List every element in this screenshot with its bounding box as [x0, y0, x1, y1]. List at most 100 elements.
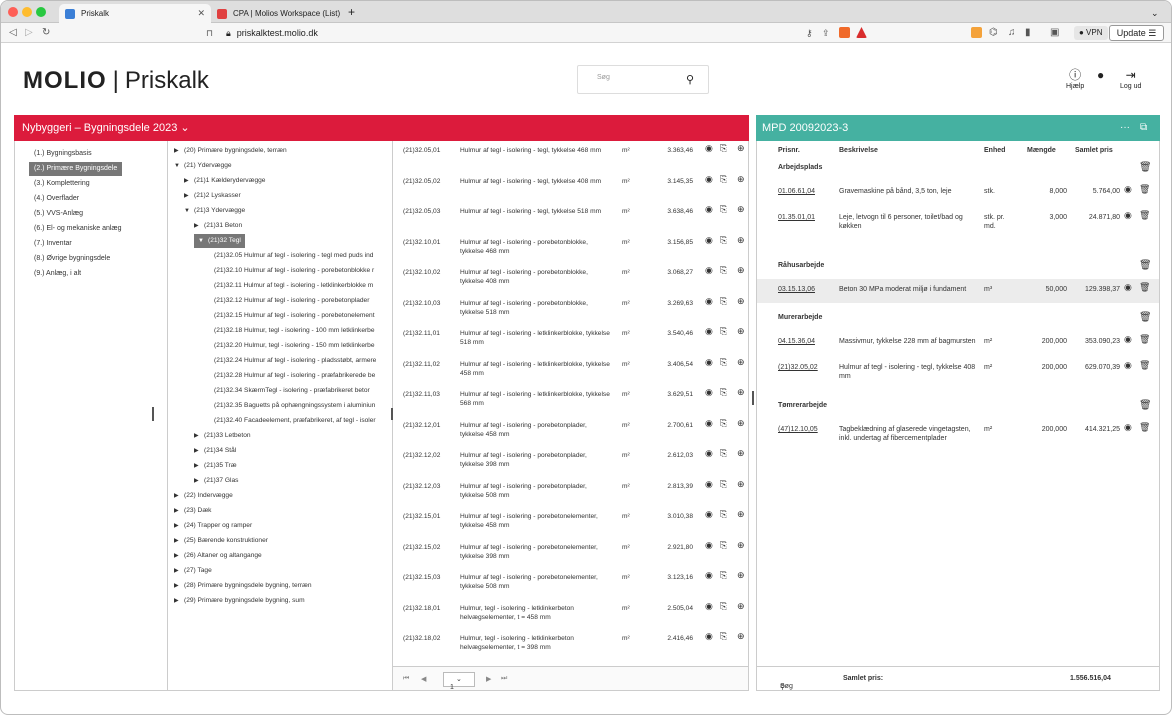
add-icon[interactable]: ⊕: [737, 296, 745, 306]
tree-node[interactable]: (21)32.15 Hulmur af tegl - isolering - p…: [214, 309, 375, 323]
metamask-icon[interactable]: [971, 27, 982, 38]
prev-page-icon[interactable]: ◀: [421, 675, 426, 683]
tree-node[interactable]: ▶ (24) Trapper og ramper: [174, 519, 252, 533]
add-icon[interactable]: ⊕: [737, 357, 745, 367]
tree-node[interactable]: ▶ (29) Primære bygningsdele bygning, sum: [174, 594, 305, 608]
copy-icon[interactable]: ⎘: [720, 205, 727, 214]
category-item[interactable]: (6.) El- og mekaniske anlæg: [29, 222, 127, 236]
close-tab-icon[interactable]: ✕: [197, 4, 205, 23]
eye-icon[interactable]: ◉: [1124, 283, 1132, 292]
project-item[interactable]: 01.35.01,01 Leje, letvogn til 6 personer,…: [757, 207, 1159, 251]
tree-node[interactable]: (21)32.35 Baguetts på ophængningssystem …: [214, 399, 375, 413]
tab-priskalk[interactable]: Priskalk ✕: [59, 4, 211, 23]
chevron-down-icon[interactable]: ▼: [174, 159, 184, 173]
copy-icon[interactable]: ⎘: [720, 174, 727, 184]
delete-icon[interactable]: 🗑︎: [1139, 423, 1150, 432]
tree-node[interactable]: ▶ (21)2 Lyskasser: [184, 189, 241, 203]
chevron-right-icon[interactable]: ▶: [174, 594, 184, 608]
add-icon[interactable]: ⊕: [737, 510, 745, 519]
eye-icon[interactable]: ◉: [705, 144, 713, 153]
chevron-right-icon[interactable]: ▶: [174, 549, 184, 563]
eye-icon[interactable]: ◉: [705, 418, 713, 428]
copy-icon[interactable]: ⎘: [720, 540, 727, 550]
tree-node[interactable]: ▼ (21)32 Tegl: [194, 234, 245, 248]
first-page-icon[interactable]: ⏮: [403, 675, 409, 683]
tree-node[interactable]: (21)32.18 Hulmur, tegl - isolering - 100…: [214, 324, 375, 338]
eye-icon[interactable]: ◉: [705, 540, 713, 550]
chevron-right-icon[interactable]: ▶: [174, 504, 184, 518]
tree-node[interactable]: ▶ (20) Primære bygningsdele, terræn: [174, 144, 287, 158]
tab-cpa[interactable]: CPA | Molios Workspace (List): [211, 4, 341, 23]
more-icon[interactable]: ···: [1120, 115, 1130, 141]
item-number[interactable]: (47)12.10,05: [778, 425, 818, 434]
chevron-right-icon[interactable]: ▶: [194, 474, 204, 488]
eye-icon[interactable]: ◉: [705, 174, 713, 184]
delete-icon[interactable]: 🗑︎: [1139, 335, 1150, 344]
price-row[interactable]: (21)32.15,03 Hulmur af tegl - isolering -…: [393, 570, 748, 601]
help-button[interactable]: ⓘ Hjælp: [1066, 68, 1084, 91]
add-icon[interactable]: ⊕: [737, 327, 745, 336]
tree-node[interactable]: (21)32.40 Facadeelement, præfabrikeret, …: [214, 414, 376, 428]
item-number[interactable]: 04.15.36,04: [778, 337, 815, 346]
tree-node[interactable]: (21)32.10 Hulmur af tegl - isolering - p…: [214, 264, 374, 278]
catalog-selector[interactable]: Nybyggeri – Bygningsdele 2023 ⌄: [14, 115, 749, 141]
close-window-button[interactable]: [8, 7, 18, 17]
category-item[interactable]: (3.) Komplettering: [29, 177, 95, 191]
delete-icon[interactable]: 🗑︎: [1139, 260, 1152, 271]
add-icon[interactable]: ⊕: [737, 266, 745, 275]
item-number[interactable]: 01.06.61,04: [778, 187, 815, 196]
chevron-down-icon[interactable]: ▼: [198, 234, 208, 248]
chevron-down-icon[interactable]: ▼: [184, 204, 194, 218]
tree-node[interactable]: ▶ (21)33 Letbeton: [194, 429, 251, 443]
eye-icon[interactable]: ◉: [1124, 185, 1132, 194]
price-row[interactable]: (21)32.11,01 Hulmur af tegl - isolering -…: [393, 326, 748, 357]
project-item[interactable]: 01.06.61,04 Gravemaskine på bånd, 3,5 ton…: [757, 181, 1159, 205]
wallet-icon[interactable]: ▣: [1050, 26, 1059, 40]
add-icon[interactable]: ⊕: [737, 540, 745, 550]
eye-icon[interactable]: ◉: [1124, 361, 1132, 370]
category-item[interactable]: (4.) Overflader: [29, 192, 84, 206]
tree-node[interactable]: ▶ (25) Bærende konstruktioner: [174, 534, 268, 548]
eye-icon[interactable]: ◉: [705, 296, 713, 306]
bookmark-icon[interactable]: ⊓: [206, 26, 213, 40]
maximize-window-button[interactable]: [36, 7, 46, 17]
copy-icon[interactable]: ⎘: [720, 601, 727, 611]
eye-icon[interactable]: ◉: [705, 235, 713, 245]
chevron-right-icon[interactable]: ▶: [194, 459, 204, 473]
price-row[interactable]: (21)32.10,02 Hulmur af tegl - isolering -…: [393, 265, 748, 296]
copy-icon[interactable]: ⎘: [720, 327, 727, 336]
copy-icon[interactable]: ⎘: [720, 510, 727, 519]
delete-icon[interactable]: 🗑︎: [1139, 361, 1150, 370]
add-icon[interactable]: ⊕: [737, 174, 745, 184]
tree-node[interactable]: (21)32.34 SkærmTegl - isolering - præfab…: [214, 384, 370, 398]
back-icon[interactable]: ◁: [9, 26, 17, 40]
eye-icon[interactable]: ◉: [705, 357, 713, 367]
price-row[interactable]: (21)32.05,02 Hulmur af tegl - isolering -…: [393, 174, 748, 205]
price-row[interactable]: (21)32.18,01 Hulmur, tegl - isolering - l…: [393, 601, 748, 632]
tree-node[interactable]: ▶ (21)34 Stål: [194, 444, 236, 458]
music-icon[interactable]: ♫: [1008, 26, 1016, 40]
tree-node[interactable]: ▶ (21)37 Glas: [194, 474, 238, 488]
copy-icon[interactable]: ⎘: [720, 479, 727, 489]
copy-icon[interactable]: ⎘: [720, 449, 727, 458]
url-bar[interactable]: 🔒︎ priskalktest.molio.dk: [226, 26, 786, 40]
tree-node[interactable]: (21)32.28 Hulmur af tegl - isolering - p…: [214, 369, 375, 383]
project-item[interactable]: 04.15.36,04 Massivmur, tykkelse 228 mm af…: [757, 331, 1159, 355]
category-item[interactable]: (2.) Primære Bygningsdele: [29, 162, 123, 176]
price-row[interactable]: (21)32.10,03 Hulmur af tegl - isolering -…: [393, 296, 748, 327]
chevron-right-icon[interactable]: ▶: [174, 144, 184, 158]
chevron-right-icon[interactable]: ▶: [194, 444, 204, 458]
eye-icon[interactable]: ◉: [705, 205, 713, 214]
delete-icon[interactable]: 🗑︎: [1139, 400, 1152, 411]
copy-icon[interactable]: ⎘: [720, 357, 727, 367]
chevron-right-icon[interactable]: ▶: [174, 519, 184, 533]
add-icon[interactable]: ⊕: [737, 235, 745, 245]
eye-icon[interactable]: ◉: [1124, 335, 1132, 344]
sidebar-icon[interactable]: ▮: [1025, 26, 1031, 40]
copy-icon[interactable]: ⎘: [720, 266, 727, 275]
add-icon[interactable]: ⊕: [737, 601, 745, 611]
price-row[interactable]: (21)32.05,03 Hulmur af tegl - isolering -…: [393, 204, 748, 235]
eye-icon[interactable]: ◉: [705, 266, 713, 275]
last-page-icon[interactable]: ⏭: [501, 675, 507, 683]
minimize-window-button[interactable]: [22, 7, 32, 17]
